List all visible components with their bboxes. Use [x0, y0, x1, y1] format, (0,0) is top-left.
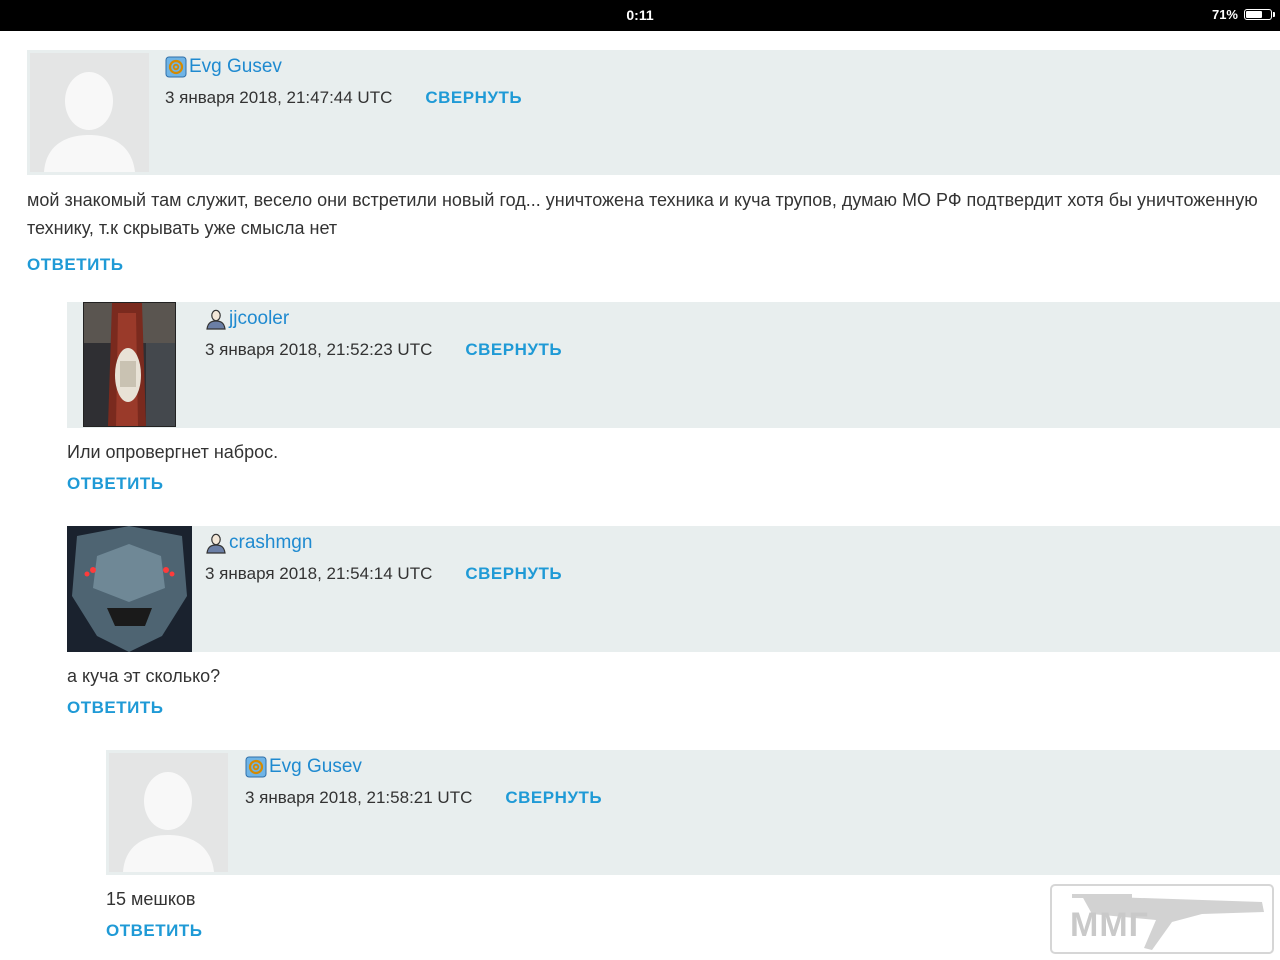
status-clock: 0:11 [626, 7, 654, 23]
user-avatar[interactable] [67, 526, 192, 652]
comment-text: а куча эт сколько? [67, 666, 221, 686]
comment-header: jjcooler 3 января 2018, 21:52:23 UTC СВЕ… [67, 302, 1280, 428]
comment-header: crashmgn 3 января 2018, 21:54:14 UTC СВЕ… [67, 526, 1280, 652]
email-at-icon [165, 56, 187, 78]
site-watermark-logo: ММГ [1050, 884, 1274, 954]
comment-date: 3 января 2018, 21:52:23 UTC [205, 340, 433, 359]
comment-author-link[interactable]: Evg Gusev [269, 756, 362, 778]
comment: crashmgn 3 января 2018, 21:54:14 UTC СВЕ… [67, 526, 1280, 718]
user-icon [205, 308, 227, 330]
battery-percent: 71% [1211, 7, 1238, 22]
comment-author-link[interactable]: Evg Gusev [189, 56, 282, 78]
comment-date: 3 января 2018, 21:58:21 UTC [245, 788, 473, 807]
status-bar: 0:11 71% [0, 0, 1280, 31]
comment-header: Evg Gusev 3 января 2018, 21:58:21 UTC СВ… [106, 750, 1280, 875]
comment-text: мой знакомый там служит, весело они встр… [27, 190, 1258, 238]
comment: jjcooler 3 января 2018, 21:52:23 UTC СВЕ… [67, 302, 1280, 494]
battery-indicator: 71% [1211, 7, 1275, 22]
comment-author-link[interactable]: jjcooler [229, 308, 289, 330]
comment-author-link[interactable]: crashmgn [229, 532, 312, 554]
email-at-icon [245, 756, 267, 778]
collapse-button[interactable]: СВЕРНУТЬ [465, 340, 562, 360]
reply-button[interactable]: ОТВЕТИТЬ [67, 698, 163, 718]
default-avatar-icon[interactable] [109, 753, 228, 872]
collapse-button[interactable]: СВЕРНУТЬ [505, 788, 602, 808]
comment-date: 3 января 2018, 21:54:14 UTC [205, 564, 433, 583]
watermark-text: ММГ [1070, 906, 1149, 944]
user-avatar[interactable] [83, 302, 176, 427]
comment-date: 3 января 2018, 21:47:44 UTC [165, 88, 393, 107]
collapse-button[interactable]: СВЕРНУТЬ [465, 564, 562, 584]
comment-header: Evg Gusev 3 января 2018, 21:47:44 UTC СВ… [27, 50, 1280, 175]
default-avatar-icon[interactable] [30, 53, 149, 172]
reply-button[interactable]: ОТВЕТИТЬ [67, 474, 163, 494]
comment: Evg Gusev 3 января 2018, 21:47:44 UTC СВ… [27, 50, 1280, 275]
collapse-button[interactable]: СВЕРНУТЬ [425, 88, 522, 108]
user-icon [205, 532, 227, 554]
reply-button[interactable]: ОТВЕТИТЬ [106, 921, 202, 941]
reply-button[interactable]: ОТВЕТИТЬ [27, 255, 123, 275]
battery-icon [1244, 9, 1275, 20]
comment-text: Или опровергнет наброс. [67, 442, 279, 462]
